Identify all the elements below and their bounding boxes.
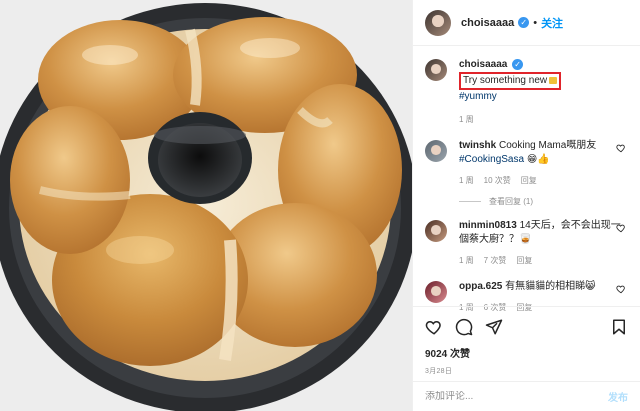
post-panel: choisaaaa ✓ • 关注 choisaaaa ✓ Try somethi… bbox=[412, 0, 640, 411]
post-photo[interactable] bbox=[0, 0, 412, 411]
caption-hashtag[interactable]: #yummy bbox=[459, 91, 497, 102]
likes-count[interactable]: 9024 次赞 bbox=[425, 345, 628, 360]
comment-username[interactable]: twinshk bbox=[459, 140, 496, 151]
divider bbox=[459, 201, 481, 202]
caption-text: Try something new bbox=[463, 75, 548, 86]
post-date[interactable]: 3月28日 bbox=[425, 366, 628, 376]
comment-username[interactable]: oppa.625 bbox=[459, 281, 502, 292]
comment-emoji: 😁👍 bbox=[526, 154, 550, 165]
view-replies-button[interactable]: 查看回复 (1) bbox=[459, 196, 628, 207]
reply-button[interactable]: 回复 bbox=[521, 175, 537, 186]
add-comment-bar: 发布 bbox=[413, 381, 640, 411]
comment-username[interactable]: minmin0813 bbox=[459, 220, 517, 231]
author-username[interactable]: choisaaaa bbox=[461, 17, 514, 29]
post-header: choisaaaa ✓ • 关注 bbox=[413, 0, 640, 46]
comment-time[interactable]: 1 周 bbox=[459, 175, 474, 186]
comment-icon[interactable] bbox=[455, 318, 473, 336]
caption-avatar[interactable] bbox=[425, 59, 447, 81]
comment-item: twinshk Cooking Mama嘅朋友 #CookingSasa 😁👍 … bbox=[425, 139, 628, 207]
heart-icon[interactable] bbox=[616, 284, 626, 294]
heart-icon[interactable] bbox=[616, 143, 626, 153]
save-icon[interactable] bbox=[610, 318, 628, 336]
action-bar bbox=[425, 315, 628, 339]
verified-badge-icon: ✓ bbox=[512, 59, 524, 70]
comment-avatar[interactable] bbox=[425, 281, 447, 303]
post-actions-section: 9024 次赞 3月28日 bbox=[413, 306, 640, 376]
verified-badge-icon: ✓ bbox=[518, 17, 530, 28]
comment-text: Cooking Mama嘅朋友 bbox=[499, 140, 597, 151]
bread-image bbox=[0, 0, 412, 411]
reply-button[interactable]: 回复 bbox=[516, 255, 532, 266]
caption-text-highlight: Try something new bbox=[459, 72, 562, 90]
share-icon[interactable] bbox=[485, 318, 503, 336]
comment-likes[interactable]: 10 次赞 bbox=[484, 175, 511, 186]
comments-list: choisaaaa ✓ Try something new #yummy 1 周… bbox=[413, 46, 640, 313]
heart-icon[interactable] bbox=[425, 318, 443, 336]
comment-item: minmin0813 14天后，会不会出现一個蔡大廚？？🥃 1 周 7 次赞 回… bbox=[425, 219, 628, 266]
comment-time[interactable]: 1 周 bbox=[459, 255, 474, 266]
heart-icon[interactable] bbox=[616, 223, 626, 233]
author-avatar[interactable] bbox=[425, 9, 451, 36]
post-comment-button[interactable]: 发布 bbox=[608, 389, 628, 404]
comment-input[interactable] bbox=[425, 391, 608, 402]
caption-username[interactable]: choisaaaa bbox=[459, 59, 507, 70]
comment-likes[interactable]: 7 次赞 bbox=[484, 255, 507, 266]
view-replies-label: 查看回复 (1) bbox=[489, 197, 533, 206]
comment-avatar[interactable] bbox=[425, 220, 447, 242]
comment-text: 有無貓貓的相相睇😸 bbox=[505, 281, 596, 292]
yellow-square-emoji-icon bbox=[549, 77, 558, 84]
follow-button[interactable]: 关注 bbox=[541, 15, 563, 31]
caption-time[interactable]: 1 周 bbox=[459, 114, 474, 125]
caption: choisaaaa ✓ Try something new #yummy 1 周 bbox=[425, 58, 628, 125]
separator-dot: • bbox=[533, 16, 538, 29]
comment-hashtag[interactable]: #CookingSasa bbox=[459, 154, 524, 165]
comment-avatar[interactable] bbox=[425, 140, 447, 162]
